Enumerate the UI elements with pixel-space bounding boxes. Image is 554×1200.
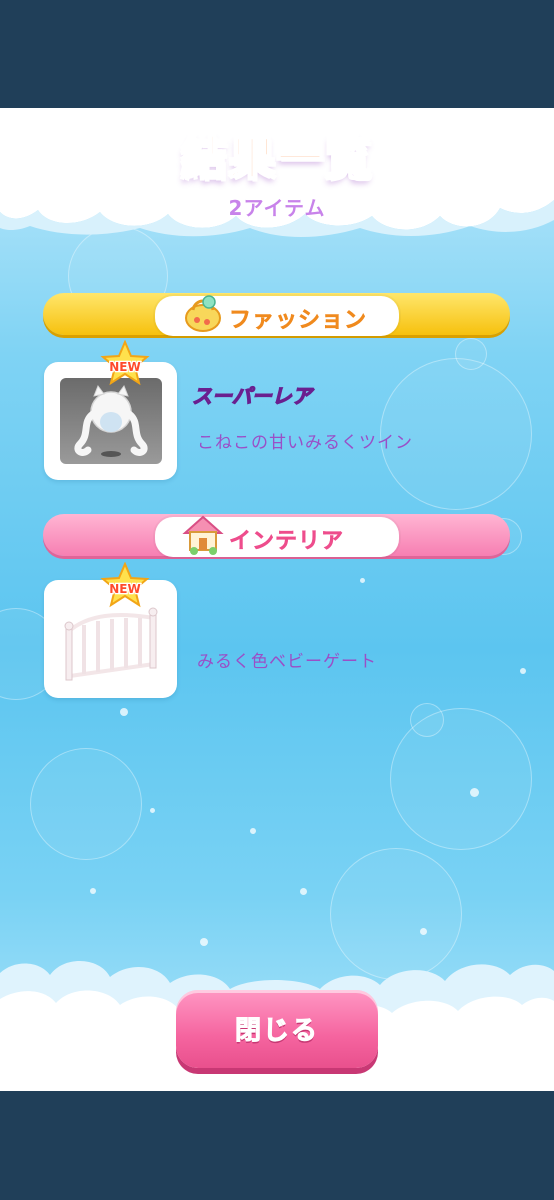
fashion-bag-icon	[185, 295, 221, 332]
close-button[interactable]: 閉じる	[176, 990, 378, 1068]
bg-dot	[250, 828, 256, 834]
sparkle-icon: ✦	[528, 1008, 545, 1032]
bg-bubble	[455, 338, 487, 370]
new-star-badge: NEW	[100, 562, 150, 608]
sparkle-icon: ✦	[60, 1028, 72, 1044]
bg-dot	[470, 788, 479, 797]
close-button-label: 閉じる	[234, 1015, 319, 1046]
item-count: 2アイテム	[228, 196, 326, 220]
section-label-pill: ファッション	[155, 295, 399, 336]
item-name: こねこの甘いみるくツイン	[197, 433, 413, 453]
sparkle-icon: ✦	[12, 988, 29, 1012]
bg-dot	[120, 708, 128, 716]
bottom-letterbox	[0, 1091, 554, 1200]
bg-dot	[420, 928, 427, 935]
svg-text:NEW: NEW	[109, 360, 140, 374]
bg-bubble	[390, 708, 532, 850]
bg-dot	[150, 808, 155, 813]
item-name: みるく色ベビーゲート	[197, 652, 377, 672]
section-label: インテリア	[229, 529, 345, 555]
svg-text:NEW: NEW	[109, 582, 140, 596]
section-label-pill: インテリア	[155, 515, 399, 557]
result-screen: ✦ ✦ ✦ 結果一覧 2アイテム ファッション NEW スーパーレア こねこの甘…	[0, 108, 554, 1091]
result-list-title: 結果一覧	[180, 130, 373, 186]
top-letterbox	[0, 0, 554, 108]
bg-dot	[360, 578, 365, 583]
section-label: ファッション	[229, 308, 368, 334]
bg-dot	[90, 888, 96, 894]
twin-tail-hair-icon	[74, 384, 148, 457]
rarity-label: スーパーレア	[191, 383, 312, 408]
section-header-interior: インテリア	[43, 514, 510, 557]
section-header-fashion: ファッション	[43, 293, 510, 336]
interior-house-icon	[182, 515, 224, 555]
bg-dot	[520, 668, 526, 674]
bg-bubble	[410, 703, 444, 737]
bg-dot	[300, 888, 307, 895]
item-thumbnail	[60, 378, 162, 464]
new-star-badge: NEW	[100, 340, 150, 386]
bg-bubble	[30, 748, 142, 860]
